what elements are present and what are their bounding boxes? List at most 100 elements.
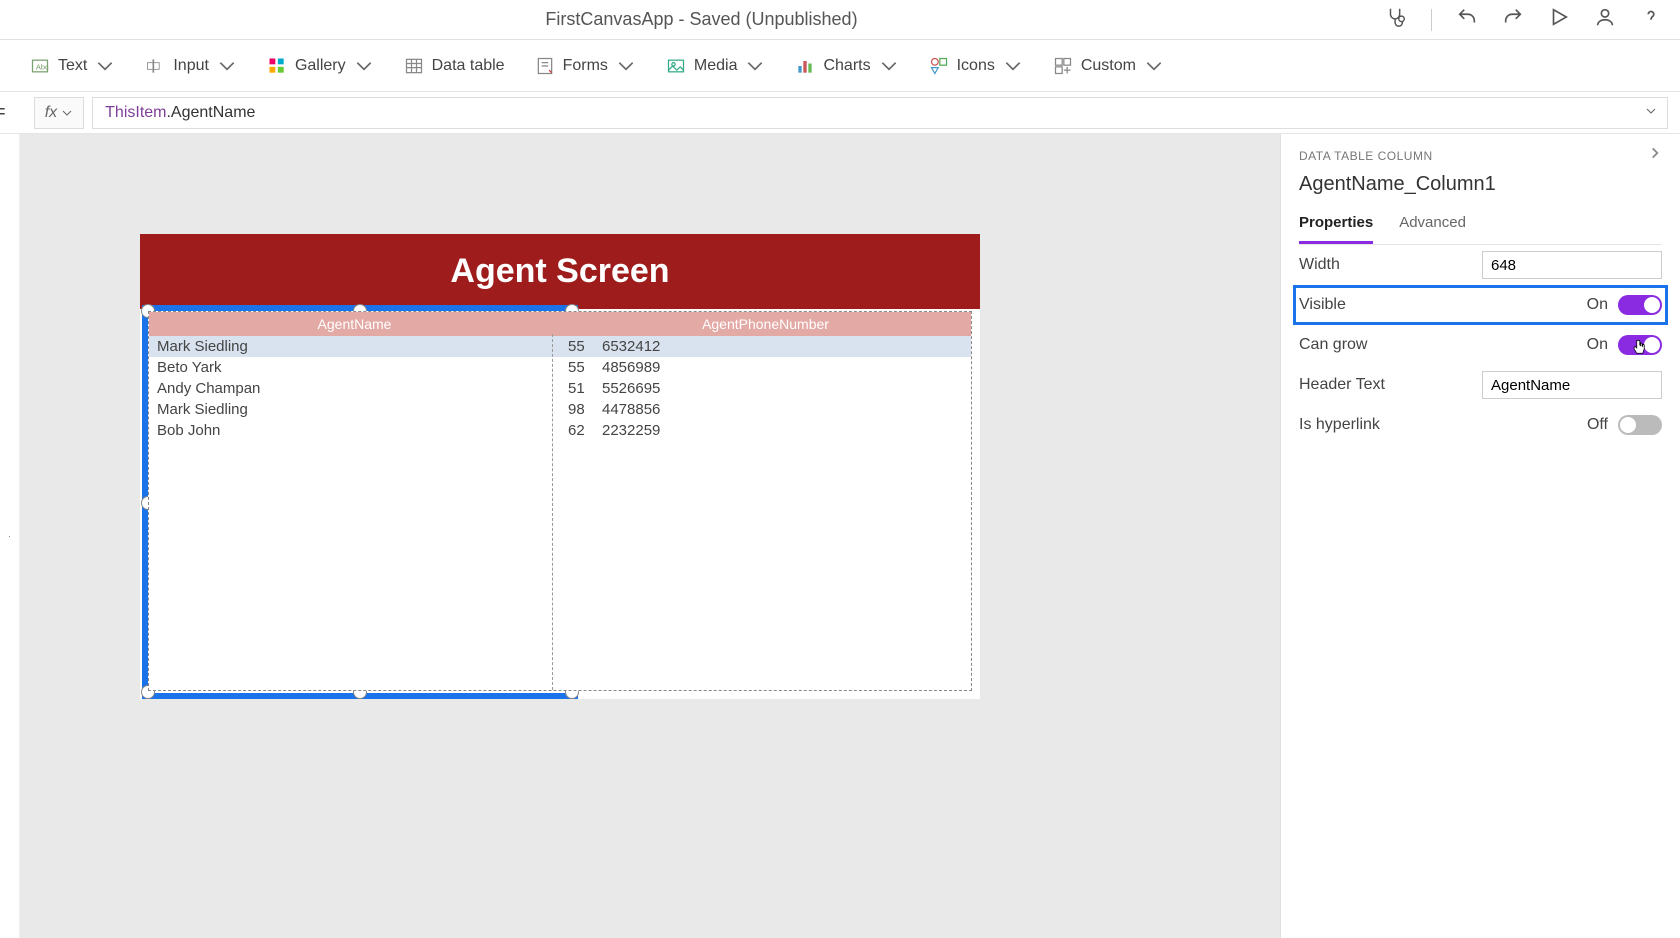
ribbon-icons[interactable]: Icons: [929, 56, 1023, 76]
column-separator: [552, 334, 553, 690]
cell-phone: 515526695: [560, 378, 971, 399]
datatable-icon: [404, 56, 424, 76]
chevron-down-icon: [95, 56, 115, 76]
prop-cangrow-state: On: [1587, 336, 1608, 354]
media-icon: [666, 56, 686, 76]
formula-token-thisitem: ThisItem: [105, 104, 166, 122]
prop-hyperlink: Is hyperlink Off: [1299, 405, 1662, 445]
divider: [1431, 9, 1432, 31]
data-table[interactable]: AgentName AgentPhoneNumber Mark Siedling…: [148, 311, 972, 691]
table-row[interactable]: Mark Siedling 984478856: [149, 399, 971, 420]
ribbon-forms[interactable]: Forms: [535, 56, 636, 76]
prop-width-label: Width: [1299, 256, 1340, 274]
table-row[interactable]: Beto Yark 554856989: [149, 357, 971, 378]
ribbon-media[interactable]: Media: [666, 56, 766, 76]
formula-token-prop: .AgentName: [166, 104, 255, 122]
chevron-down-icon: [1144, 56, 1164, 76]
ribbon-charts[interactable]: Charts: [795, 56, 898, 76]
cell-phone: 622232259: [560, 420, 971, 441]
canvas-area[interactable]: Agent Screen AgentName AgentPhoneNumber: [20, 134, 1280, 938]
prop-visible-label: Visible: [1299, 296, 1346, 314]
stethoscope-icon[interactable]: [1385, 6, 1407, 33]
chevron-down-icon: [745, 56, 765, 76]
chevron-down-icon: [61, 107, 73, 119]
prop-headertext-input[interactable]: [1482, 371, 1662, 399]
cell-phone: 556532412: [560, 336, 971, 357]
canvas-screen[interactable]: Agent Screen AgentName AgentPhoneNumber: [140, 234, 980, 699]
person-icon[interactable]: [1594, 6, 1616, 33]
help-icon[interactable]: [1640, 6, 1662, 33]
prop-visible-toggle[interactable]: [1618, 295, 1662, 315]
prop-headertext-label: Header Text: [1299, 376, 1385, 394]
column-header-agentphone[interactable]: AgentPhoneNumber: [560, 312, 971, 336]
formula-input[interactable]: ThisItem.AgentName: [92, 97, 1668, 129]
chevron-down-icon: [879, 56, 899, 76]
cell-name: Andy Champan: [149, 378, 560, 399]
table-row[interactable]: Mark Siedling 556532412: [149, 336, 971, 357]
prop-cangrow-label: Can grow: [1299, 336, 1367, 354]
forms-icon: [535, 56, 555, 76]
main: · Agent Screen AgentName AgentPhoneNumbe…: [0, 134, 1680, 938]
breadcrumb: DATA TABLE COLUMN: [1299, 149, 1433, 163]
ribbon: Abc Text Input Gallery Data table Forms …: [0, 40, 1680, 92]
chevron-down-icon: [616, 56, 636, 76]
custom-icon: [1053, 56, 1073, 76]
prop-width-input[interactable]: [1482, 251, 1662, 279]
formula-bar: = fx ThisItem.AgentName: [0, 92, 1680, 134]
table-row[interactable]: Andy Champan 515526695: [149, 378, 971, 399]
chevron-down-icon: [1003, 56, 1023, 76]
redo-icon[interactable]: [1502, 6, 1524, 33]
text-icon: Abc: [30, 56, 50, 76]
ribbon-datatable[interactable]: Data table: [404, 56, 505, 76]
equals-label: =: [0, 101, 6, 124]
play-icon[interactable]: [1548, 6, 1570, 33]
prop-headertext: Header Text: [1299, 365, 1662, 405]
tab-properties[interactable]: Properties: [1299, 206, 1373, 244]
cursor-pointer-icon: [1630, 339, 1648, 357]
app-title: FirstCanvasApp - Saved (Unpublished): [18, 9, 1385, 30]
cell-phone: 554856989: [560, 357, 971, 378]
ribbon-datatable-label: Data table: [432, 57, 505, 75]
prop-hyperlink-label: Is hyperlink: [1299, 416, 1380, 434]
fx-label: fx: [45, 104, 57, 122]
properties-tabs: Properties Advanced: [1299, 206, 1662, 245]
chevron-down-icon: [217, 56, 237, 76]
ribbon-forms-label: Forms: [563, 57, 608, 75]
chevron-right-icon[interactable]: [1648, 146, 1662, 165]
formula-expand-icon[interactable]: [1645, 104, 1657, 122]
chevron-down-icon: [354, 56, 374, 76]
icons-icon: [929, 56, 949, 76]
ribbon-text-label: Text: [58, 57, 87, 75]
prop-width: Width: [1299, 245, 1662, 285]
undo-icon[interactable]: [1456, 6, 1478, 33]
ribbon-media-label: Media: [694, 57, 738, 75]
ribbon-gallery[interactable]: Gallery: [267, 56, 374, 76]
prop-hyperlink-toggle[interactable]: [1618, 415, 1662, 435]
ribbon-custom-label: Custom: [1081, 57, 1136, 75]
cell-name: Beto Yark: [149, 357, 560, 378]
cell-phone: 984478856: [560, 399, 971, 420]
prop-hyperlink-state: Off: [1587, 416, 1608, 434]
column-header-agentname[interactable]: AgentName: [149, 312, 560, 336]
screen-title: Agent Screen: [140, 234, 980, 309]
tab-advanced[interactable]: Advanced: [1399, 206, 1466, 244]
left-rail[interactable]: ·: [0, 134, 20, 938]
table-row[interactable]: Bob John 622232259: [149, 420, 971, 441]
svg-text:Abc: Abc: [36, 62, 49, 71]
ribbon-input[interactable]: Input: [145, 56, 237, 76]
title-bar: FirstCanvasApp - Saved (Unpublished): [0, 0, 1680, 40]
cell-name: Mark Siedling: [149, 336, 560, 357]
ribbon-charts-label: Charts: [823, 57, 870, 75]
charts-icon: [795, 56, 815, 76]
ribbon-text[interactable]: Abc Text: [30, 56, 115, 76]
input-icon: [145, 56, 165, 76]
ribbon-gallery-label: Gallery: [295, 57, 346, 75]
fx-selector[interactable]: fx: [34, 97, 84, 129]
cell-name: Mark Siedling: [149, 399, 560, 420]
prop-visible-state: On: [1587, 296, 1608, 314]
cell-name: Bob John: [149, 420, 560, 441]
ribbon-custom[interactable]: Custom: [1053, 56, 1164, 76]
prop-cangrow: Can grow On: [1299, 325, 1662, 365]
table-header-row: AgentName AgentPhoneNumber: [149, 312, 971, 336]
properties-pane: DATA TABLE COLUMN AgentName_Column1 Prop…: [1280, 134, 1680, 938]
